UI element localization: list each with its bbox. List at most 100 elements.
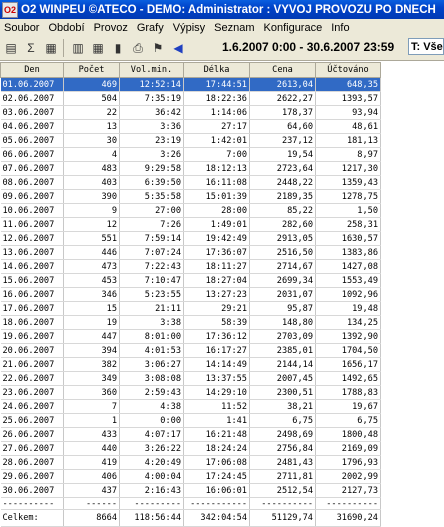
- cell-cena: 19,54: [249, 147, 316, 162]
- arrow-left-icon[interactable]: ◀: [169, 39, 187, 57]
- menu-obdobi[interactable]: Období: [44, 22, 89, 34]
- print-icon[interactable]: ⎙: [129, 39, 147, 57]
- table-row[interactable]: 01.06.2007 469 12:52:14 17:44:51 2613,04 648,…: [0, 77, 381, 92]
- table-row[interactable]: 17.06.2007 15 21:11 29:21 95,87 19,48: [0, 301, 381, 316]
- menu-provoz[interactable]: Provoz: [90, 22, 133, 34]
- sum-icon[interactable]: Σ: [22, 39, 40, 57]
- table-row[interactable]: 29.06.2007 406 4:00:04 17:24:45 2711,81 2002,…: [0, 469, 381, 484]
- table-row[interactable]: 06.06.2007 4 3:26 7:00 19,54 8,97: [0, 147, 381, 162]
- menu-soubor[interactable]: Soubor: [0, 22, 44, 34]
- table-icon[interactable]: ▥: [69, 39, 87, 57]
- table-row[interactable]: 05.06.2007 30 23:19 1:42:01 237,12 181,13: [0, 133, 381, 148]
- menu-info[interactable]: Info: [327, 22, 354, 34]
- cell-den: 25.06.2007: [0, 413, 64, 428]
- table-row[interactable]: 03.06.2007 22 36:42 1:14:06 178,37 93,94: [0, 105, 381, 120]
- cell-delka: 1:42:01: [183, 133, 250, 148]
- menu-vypisy[interactable]: Výpisy: [169, 22, 210, 34]
- table-row[interactable]: 13.06.2007 446 7:07:24 17:36:07 2516,50 1383,…: [0, 245, 381, 260]
- table-row[interactable]: 08.06.2007 403 6:39:50 16:11:08 2448,22 1359,…: [0, 175, 381, 190]
- column-header-vol-min[interactable]: Vol.min.: [119, 62, 184, 78]
- cell-cena: 2385,01: [249, 343, 316, 358]
- total-delka: 342:04:54: [183, 509, 250, 527]
- table-row[interactable]: 16.06.2007 346 5:23:55 13:27:23 2031,07 1092,…: [0, 287, 381, 302]
- table-row[interactable]: 15.06.2007 453 7:10:47 18:27:04 2699,34 1553,…: [0, 273, 381, 288]
- cell-cena: 2144,14: [249, 357, 316, 372]
- cell-cena: 2031,07: [249, 287, 316, 302]
- table-row[interactable]: 28.06.2007 419 4:20:49 17:06:08 2481,43 1796,…: [0, 455, 381, 470]
- table-row[interactable]: 25.06.2007 1 0:00 1:41 6,75 6,75: [0, 413, 381, 428]
- ledger-icon[interactable]: ▦: [42, 39, 60, 57]
- cell-uctovano: 1704,50: [315, 343, 381, 358]
- cell-pocet: 390: [63, 189, 120, 204]
- cell-pocet: 30: [63, 133, 120, 148]
- cell-delka: 28:00: [183, 203, 250, 218]
- cell-delka: 18:22:36: [183, 91, 250, 106]
- cell-vol-min: 7:59:14: [119, 231, 184, 246]
- table-row[interactable]: 20.06.2007 394 4:01:53 16:17:27 2385,01 1704,…: [0, 343, 381, 358]
- cell-vol-min: 12:52:14: [119, 77, 184, 92]
- menu-grafy[interactable]: Grafy: [133, 22, 169, 34]
- table-row[interactable]: 02.06.2007 504 7:35:19 18:22:36 2622,27 1393,…: [0, 91, 381, 106]
- type-filter-select[interactable]: T: Vše: [408, 38, 444, 55]
- cell-vol-min: 21:11: [119, 301, 184, 316]
- table-row[interactable]: 04.06.2007 13 3:36 27:17 64,60 48,61: [0, 119, 381, 134]
- cell-den: 09.06.2007: [0, 189, 64, 204]
- cell-uctovano: 2127,73: [315, 483, 381, 498]
- table-row[interactable]: 30.06.2007 437 2:16:43 16:06:01 2512,54 2127,…: [0, 483, 381, 498]
- cell-uctovano: 93,94: [315, 105, 381, 120]
- table-row[interactable]: 23.06.2007 360 2:59:43 14:29:10 2300,51 1788,…: [0, 385, 381, 400]
- period-label[interactable]: 1.6.2007 0:00 - 30.6.2007 23:59: [222, 40, 394, 54]
- cell-den: 24.06.2007: [0, 399, 64, 414]
- separator-cell: ---------: [119, 497, 184, 510]
- cell-delka: 18:27:04: [183, 273, 250, 288]
- cell-den: 03.06.2007: [0, 105, 64, 120]
- title-bar: O2 O2 WINPEU ©ATECO - DEMO: Administrato…: [0, 0, 444, 19]
- table-row[interactable]: 07.06.2007 483 9:29:58 18:12:13 2723,64 1217,…: [0, 161, 381, 176]
- cell-uctovano: 1217,30: [315, 161, 381, 176]
- app-icon: O2: [2, 1, 18, 18]
- cell-pocet: 15: [63, 301, 120, 316]
- table-row[interactable]: 24.06.2007 7 4:38 11:52 38,21 19,67: [0, 399, 381, 414]
- table-row[interactable]: 26.06.2007 433 4:07:17 16:21:48 2498,69 1800,…: [0, 427, 381, 442]
- cell-vol-min: 4:20:49: [119, 455, 184, 470]
- table-row[interactable]: 12.06.2007 551 7:59:14 19:42:49 2913,05 1630,…: [0, 231, 381, 246]
- table-row[interactable]: 11.06.2007 12 7:26 1:49:01 282,60 258,31: [0, 217, 381, 232]
- cell-cena: 2481,43: [249, 455, 316, 470]
- cell-delka: 14:29:10: [183, 385, 250, 400]
- table-row[interactable]: 21.06.2007 382 3:06:27 14:14:49 2144,14 1656,…: [0, 357, 381, 372]
- empty-pane: [381, 62, 444, 516]
- column-header-pocet[interactable]: Počet: [63, 62, 120, 78]
- menu-seznam[interactable]: Seznam: [210, 22, 259, 34]
- cell-pocet: 349: [63, 371, 120, 386]
- cell-pocet: 13: [63, 119, 120, 134]
- cell-cena: 148,80: [249, 315, 316, 330]
- data-grid[interactable]: Den Počet Vol.min. Délka Cena Účtováno 0…: [0, 62, 381, 527]
- calculator-icon[interactable]: ▦: [89, 39, 107, 57]
- cell-cena: 2516,50: [249, 245, 316, 260]
- menu-konfigurace[interactable]: Konfigurace: [260, 22, 328, 34]
- column-header-delka[interactable]: Délka: [183, 62, 250, 78]
- cell-delka: 11:52: [183, 399, 250, 414]
- document-icon[interactable]: ▤: [2, 39, 20, 57]
- column-header-den[interactable]: Den: [0, 62, 64, 78]
- cell-pocet: 22: [63, 105, 120, 120]
- cell-cena: 237,12: [249, 133, 316, 148]
- cell-pocet: 9: [63, 203, 120, 218]
- cell-delka: 19:42:49: [183, 231, 250, 246]
- table-row[interactable]: 19.06.2007 447 8:01:00 17:36:12 2703,09 1392,…: [0, 329, 381, 344]
- column-header-uctovano[interactable]: Účtováno: [315, 62, 381, 78]
- flag-icon[interactable]: ⚑: [149, 39, 167, 57]
- cell-cena: 2714,67: [249, 259, 316, 274]
- column-header-cena[interactable]: Cena: [249, 62, 316, 78]
- cell-uctovano: 48,61: [315, 119, 381, 134]
- cell-den: 08.06.2007: [0, 175, 64, 190]
- table-row[interactable]: 09.06.2007 390 5:35:58 15:01:39 2189,35 1278,…: [0, 189, 381, 204]
- chart-icon[interactable]: ▮: [109, 39, 127, 57]
- table-row[interactable]: 10.06.2007 9 27:00 28:00 85,22 1,50: [0, 203, 381, 218]
- table-row[interactable]: 22.06.2007 349 3:08:08 13:37:55 2007,45 1492,…: [0, 371, 381, 386]
- cell-vol-min: 7:10:47: [119, 273, 184, 288]
- cell-den: 18.06.2007: [0, 315, 64, 330]
- table-row[interactable]: 27.06.2007 440 3:26:22 18:24:24 2756,84 2169,…: [0, 441, 381, 456]
- table-row[interactable]: 14.06.2007 473 7:22:43 18:11:27 2714,67 1427,…: [0, 259, 381, 274]
- table-row[interactable]: 18.06.2007 19 3:38 58:39 148,80 134,25: [0, 315, 381, 330]
